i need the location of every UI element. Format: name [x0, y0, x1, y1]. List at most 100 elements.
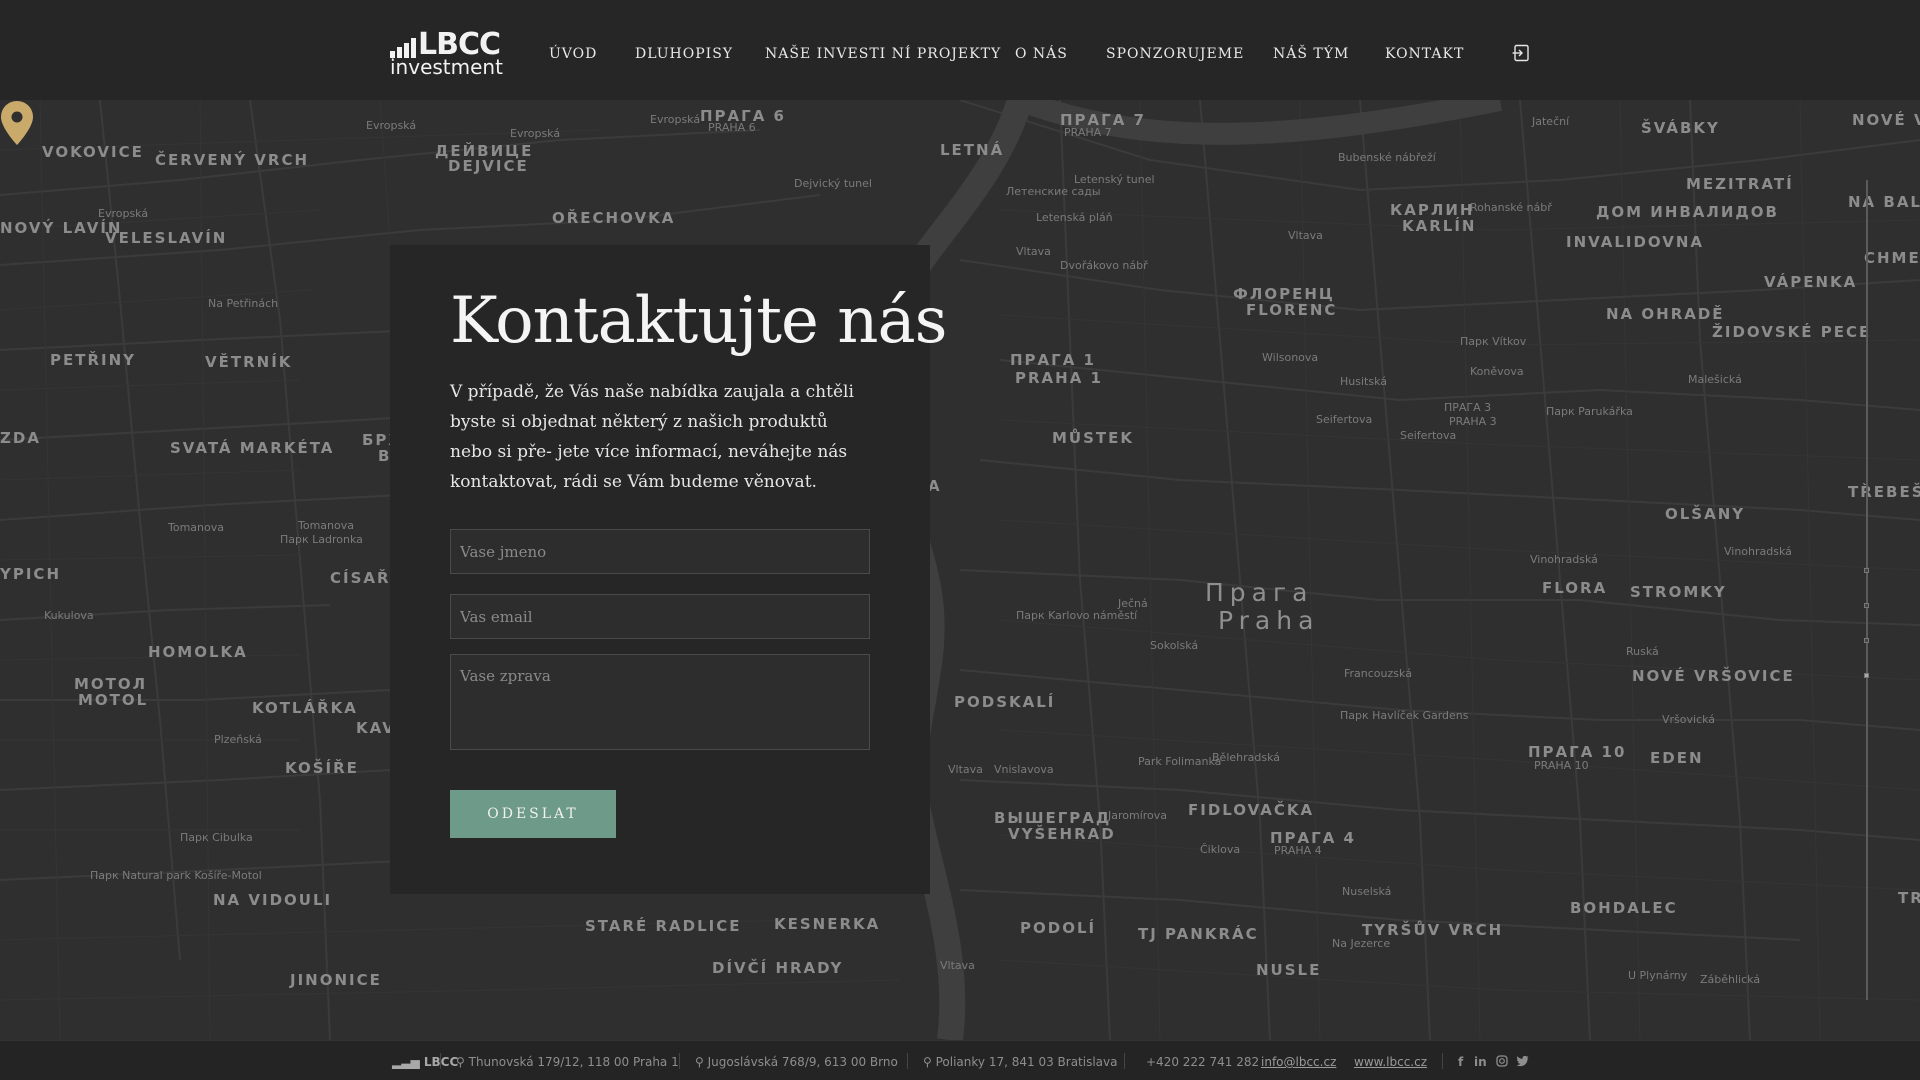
- login-icon[interactable]: [1512, 44, 1530, 62]
- logo-bars-icon: ▂▃▅: [392, 1055, 424, 1069]
- map-label: NOVÉ VYSOČA: [1852, 111, 1920, 129]
- map-label: ДОМ ИНВАЛИДОВ: [1596, 203, 1779, 221]
- map-zoom-step[interactable]: [1864, 638, 1869, 643]
- footer-logo[interactable]: ▂▃▅ LBCC: [392, 1055, 458, 1069]
- map-label: ФЛОРЕНЦ: [1233, 285, 1335, 303]
- map-label: VOKOVICE: [42, 143, 144, 161]
- map-label: PRAHA 3: [1449, 415, 1497, 428]
- map-street-label: U Plynárny: [1628, 969, 1688, 982]
- map-zoom-track[interactable]: [1866, 180, 1868, 1000]
- map-street-label: Ječná: [1118, 597, 1148, 610]
- map-label: A: [928, 477, 942, 495]
- map-label: INVALIDOVNA: [1566, 233, 1705, 251]
- map-label: NA BAL: [1848, 193, 1920, 211]
- map-street-label: Vinohradská: [1724, 545, 1792, 558]
- nav-item-o-nas[interactable]: O NÁS: [1015, 44, 1068, 64]
- nav-item-projekty[interactable]: NAŠE INVESTI NÍ PROJEKTY: [765, 44, 1001, 64]
- map-label: ПРАГА 1: [1010, 351, 1096, 369]
- nav-item-kontakt[interactable]: KONTAKT: [1385, 44, 1464, 64]
- map-marker-icon: ⚲: [456, 1055, 469, 1069]
- map-street-label: Čiklova: [1200, 843, 1241, 856]
- footer-phone[interactable]: +420 222 741 282: [1146, 1055, 1259, 1069]
- map-label: CHME: [1864, 249, 1920, 267]
- location-pin-icon[interactable]: [0, 100, 34, 146]
- map-street-label: Wilsonova: [1262, 351, 1319, 364]
- map-marker-icon: ⚲: [923, 1055, 936, 1069]
- nav-item-sponzorujeme[interactable]: SPONZORUJEME: [1106, 44, 1244, 64]
- map-place-label: Парк Vítkov: [1460, 335, 1527, 348]
- map-label: SVATÁ MARKÉTA: [170, 439, 335, 457]
- map-label: OLŠANY: [1665, 505, 1746, 523]
- submit-button[interactable]: ODESLAT: [450, 790, 616, 838]
- map-label: PETŘINY: [50, 351, 137, 369]
- name-field[interactable]: [450, 529, 870, 574]
- map-place-label: Park Folimanka: [1138, 755, 1222, 768]
- map-street-label: Vltava: [948, 763, 983, 776]
- map-label: TR: [1898, 889, 1920, 907]
- map-label: BOHDALEC: [1570, 899, 1678, 917]
- brand-logo[interactable]: LBCC investment: [390, 30, 503, 77]
- map-street-label: Jateční: [1532, 115, 1570, 128]
- footer-divider: [907, 1053, 908, 1069]
- map-street-label: Dvořákovo nábř: [1060, 259, 1148, 272]
- linkedin-icon[interactable]: in: [1474, 1055, 1487, 1069]
- map-label: ŠVÁBKY: [1641, 119, 1720, 137]
- map-label: VĚTRNÍK: [205, 353, 293, 371]
- map-label: STROMKY: [1630, 583, 1727, 601]
- map-zoom-handle[interactable]: [1864, 673, 1869, 678]
- footer-web-link[interactable]: www.lbcc.cz: [1354, 1055, 1427, 1069]
- map-zoom-step[interactable]: [1864, 568, 1869, 573]
- map-street-label: Tomanova: [298, 519, 354, 532]
- footer-divider: [440, 1053, 441, 1069]
- map-street-label: Letenský tunel: [1074, 173, 1155, 186]
- map-street-label: Plzeňská: [214, 733, 262, 746]
- email-field[interactable]: [450, 594, 870, 639]
- message-field[interactable]: [450, 654, 870, 750]
- map-street-label: Seifertova: [1400, 429, 1457, 442]
- instagram-icon[interactable]: [1496, 1055, 1508, 1067]
- map-place-label: Парк Parukářka: [1546, 405, 1633, 418]
- map-street-label: Na Jezerce: [1332, 937, 1391, 950]
- contact-title: Kontaktujte nás: [450, 284, 947, 358]
- map-label: TŘEBEŠ: [1848, 483, 1920, 501]
- map-label: LETNÁ: [940, 141, 1005, 159]
- map-view[interactable]: VOKOVICE ČERVENÝ VRCH ДЕЙВИЦЕ DEJVICE ПР…: [0, 100, 1920, 1040]
- map-label: ZDA: [0, 429, 41, 447]
- map-label: TJ PANKRÁC: [1138, 925, 1259, 943]
- map-street-label: Vltava: [940, 959, 975, 972]
- map-zoom-step[interactable]: [1864, 603, 1869, 608]
- facebook-icon[interactable]: f: [1458, 1055, 1463, 1069]
- map-street-label: Bělehradská: [1212, 751, 1281, 764]
- email-link-text[interactable]: info@lbcc.cz: [1261, 1055, 1336, 1069]
- map-label: STARÉ RADLICE: [585, 917, 742, 935]
- web-link-text[interactable]: www.lbcc.cz: [1354, 1055, 1427, 1069]
- map-label: КАРЛИН: [1390, 201, 1475, 219]
- address-text: Thunovská 179/12, 118 00 Praha 1: [468, 1055, 679, 1069]
- map-street-label: Ruská: [1626, 645, 1659, 658]
- map-label: HOMOLKA: [148, 643, 248, 661]
- map-label: FLORA: [1542, 579, 1608, 597]
- map-street-label: Vršovická: [1662, 713, 1716, 726]
- map-label: TYRŠŮV VRCH: [1362, 921, 1504, 939]
- map-street-label: Jaromírova: [1108, 809, 1168, 822]
- map-label: PRAHA 7: [1064, 126, 1112, 139]
- map-label: NOVÝ LAVÍN: [0, 219, 123, 237]
- map-label: EDEN: [1650, 749, 1704, 767]
- site-footer: ▂▃▅ LBCC ⚲ Thunovská 179/12, 118 00 Prah…: [0, 1040, 1920, 1080]
- map-street-label: Koněvova: [1470, 365, 1524, 378]
- nav-item-uvod[interactable]: ÚVOD: [549, 44, 597, 64]
- footer-email-link[interactable]: info@lbcc.cz: [1261, 1055, 1336, 1069]
- map-street-label: Vltava: [1288, 229, 1323, 242]
- map-label: PRAHA 6: [708, 121, 756, 134]
- map-label: DEJVICE: [448, 157, 529, 175]
- map-label: PODOLÍ: [1020, 919, 1097, 937]
- map-label: PODSKALÍ: [954, 693, 1056, 711]
- map-label: ВЫШЕГРАД: [994, 809, 1112, 827]
- nav-item-dluhopisy[interactable]: DLUHOPISY: [635, 44, 733, 64]
- map-label: ŽIDOVSKÉ PECE: [1712, 323, 1872, 341]
- twitter-icon[interactable]: [1516, 1055, 1529, 1067]
- map-street-label: Malešická: [1688, 373, 1742, 386]
- map-label: CÍSAŘ: [330, 569, 391, 587]
- map-label: YPICH: [0, 565, 61, 583]
- nav-item-nas-tym[interactable]: NÁŠ TÝM: [1273, 44, 1349, 64]
